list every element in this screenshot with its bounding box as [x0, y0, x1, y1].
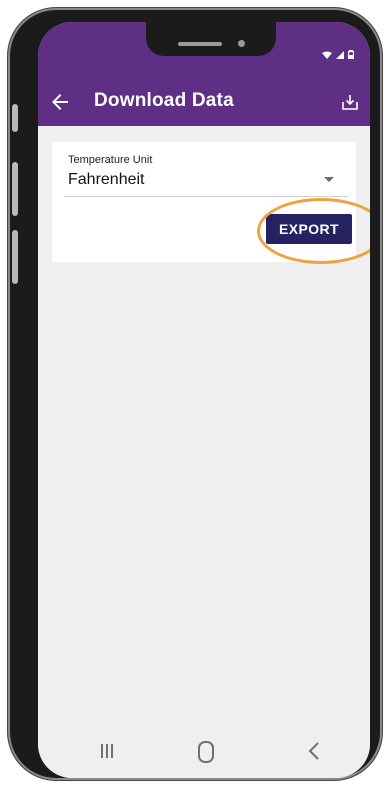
battery-icon [348, 50, 354, 59]
download-tray-icon[interactable] [340, 92, 360, 112]
camera-notch [146, 22, 276, 56]
export-settings-card: Temperature Unit Fahrenheit EXPORT [52, 142, 370, 264]
wifi-icon [322, 51, 332, 59]
status-icons [322, 50, 354, 59]
phone-side-button [12, 104, 18, 132]
highlight-circle [257, 198, 370, 264]
temperature-unit-select[interactable]: Fahrenheit [68, 171, 145, 189]
page-title: Download Data [94, 90, 234, 111]
back-chevron-icon[interactable] [308, 742, 320, 760]
speaker-grille [178, 42, 222, 46]
phone-screen: Download Data Temperature Unit Fahrenhei… [38, 22, 370, 778]
system-nav-bar [38, 726, 370, 778]
temperature-unit-label: Temperature Unit [68, 154, 153, 166]
signal-icon [336, 50, 344, 59]
recents-icon[interactable] [101, 744, 113, 758]
home-icon[interactable] [198, 741, 214, 763]
front-camera [238, 40, 245, 47]
dropdown-arrow-icon[interactable] [324, 177, 334, 182]
arrow-left-icon[interactable] [48, 90, 72, 114]
field-underline [64, 196, 348, 197]
phone-volume-up-button [12, 162, 18, 216]
status-bar [38, 22, 370, 78]
main-content: Temperature Unit Fahrenheit EXPORT [38, 126, 370, 726]
phone-frame: Download Data Temperature Unit Fahrenhei… [8, 8, 382, 780]
app-bar: Download Data [38, 78, 370, 126]
phone-volume-down-button [12, 230, 18, 284]
